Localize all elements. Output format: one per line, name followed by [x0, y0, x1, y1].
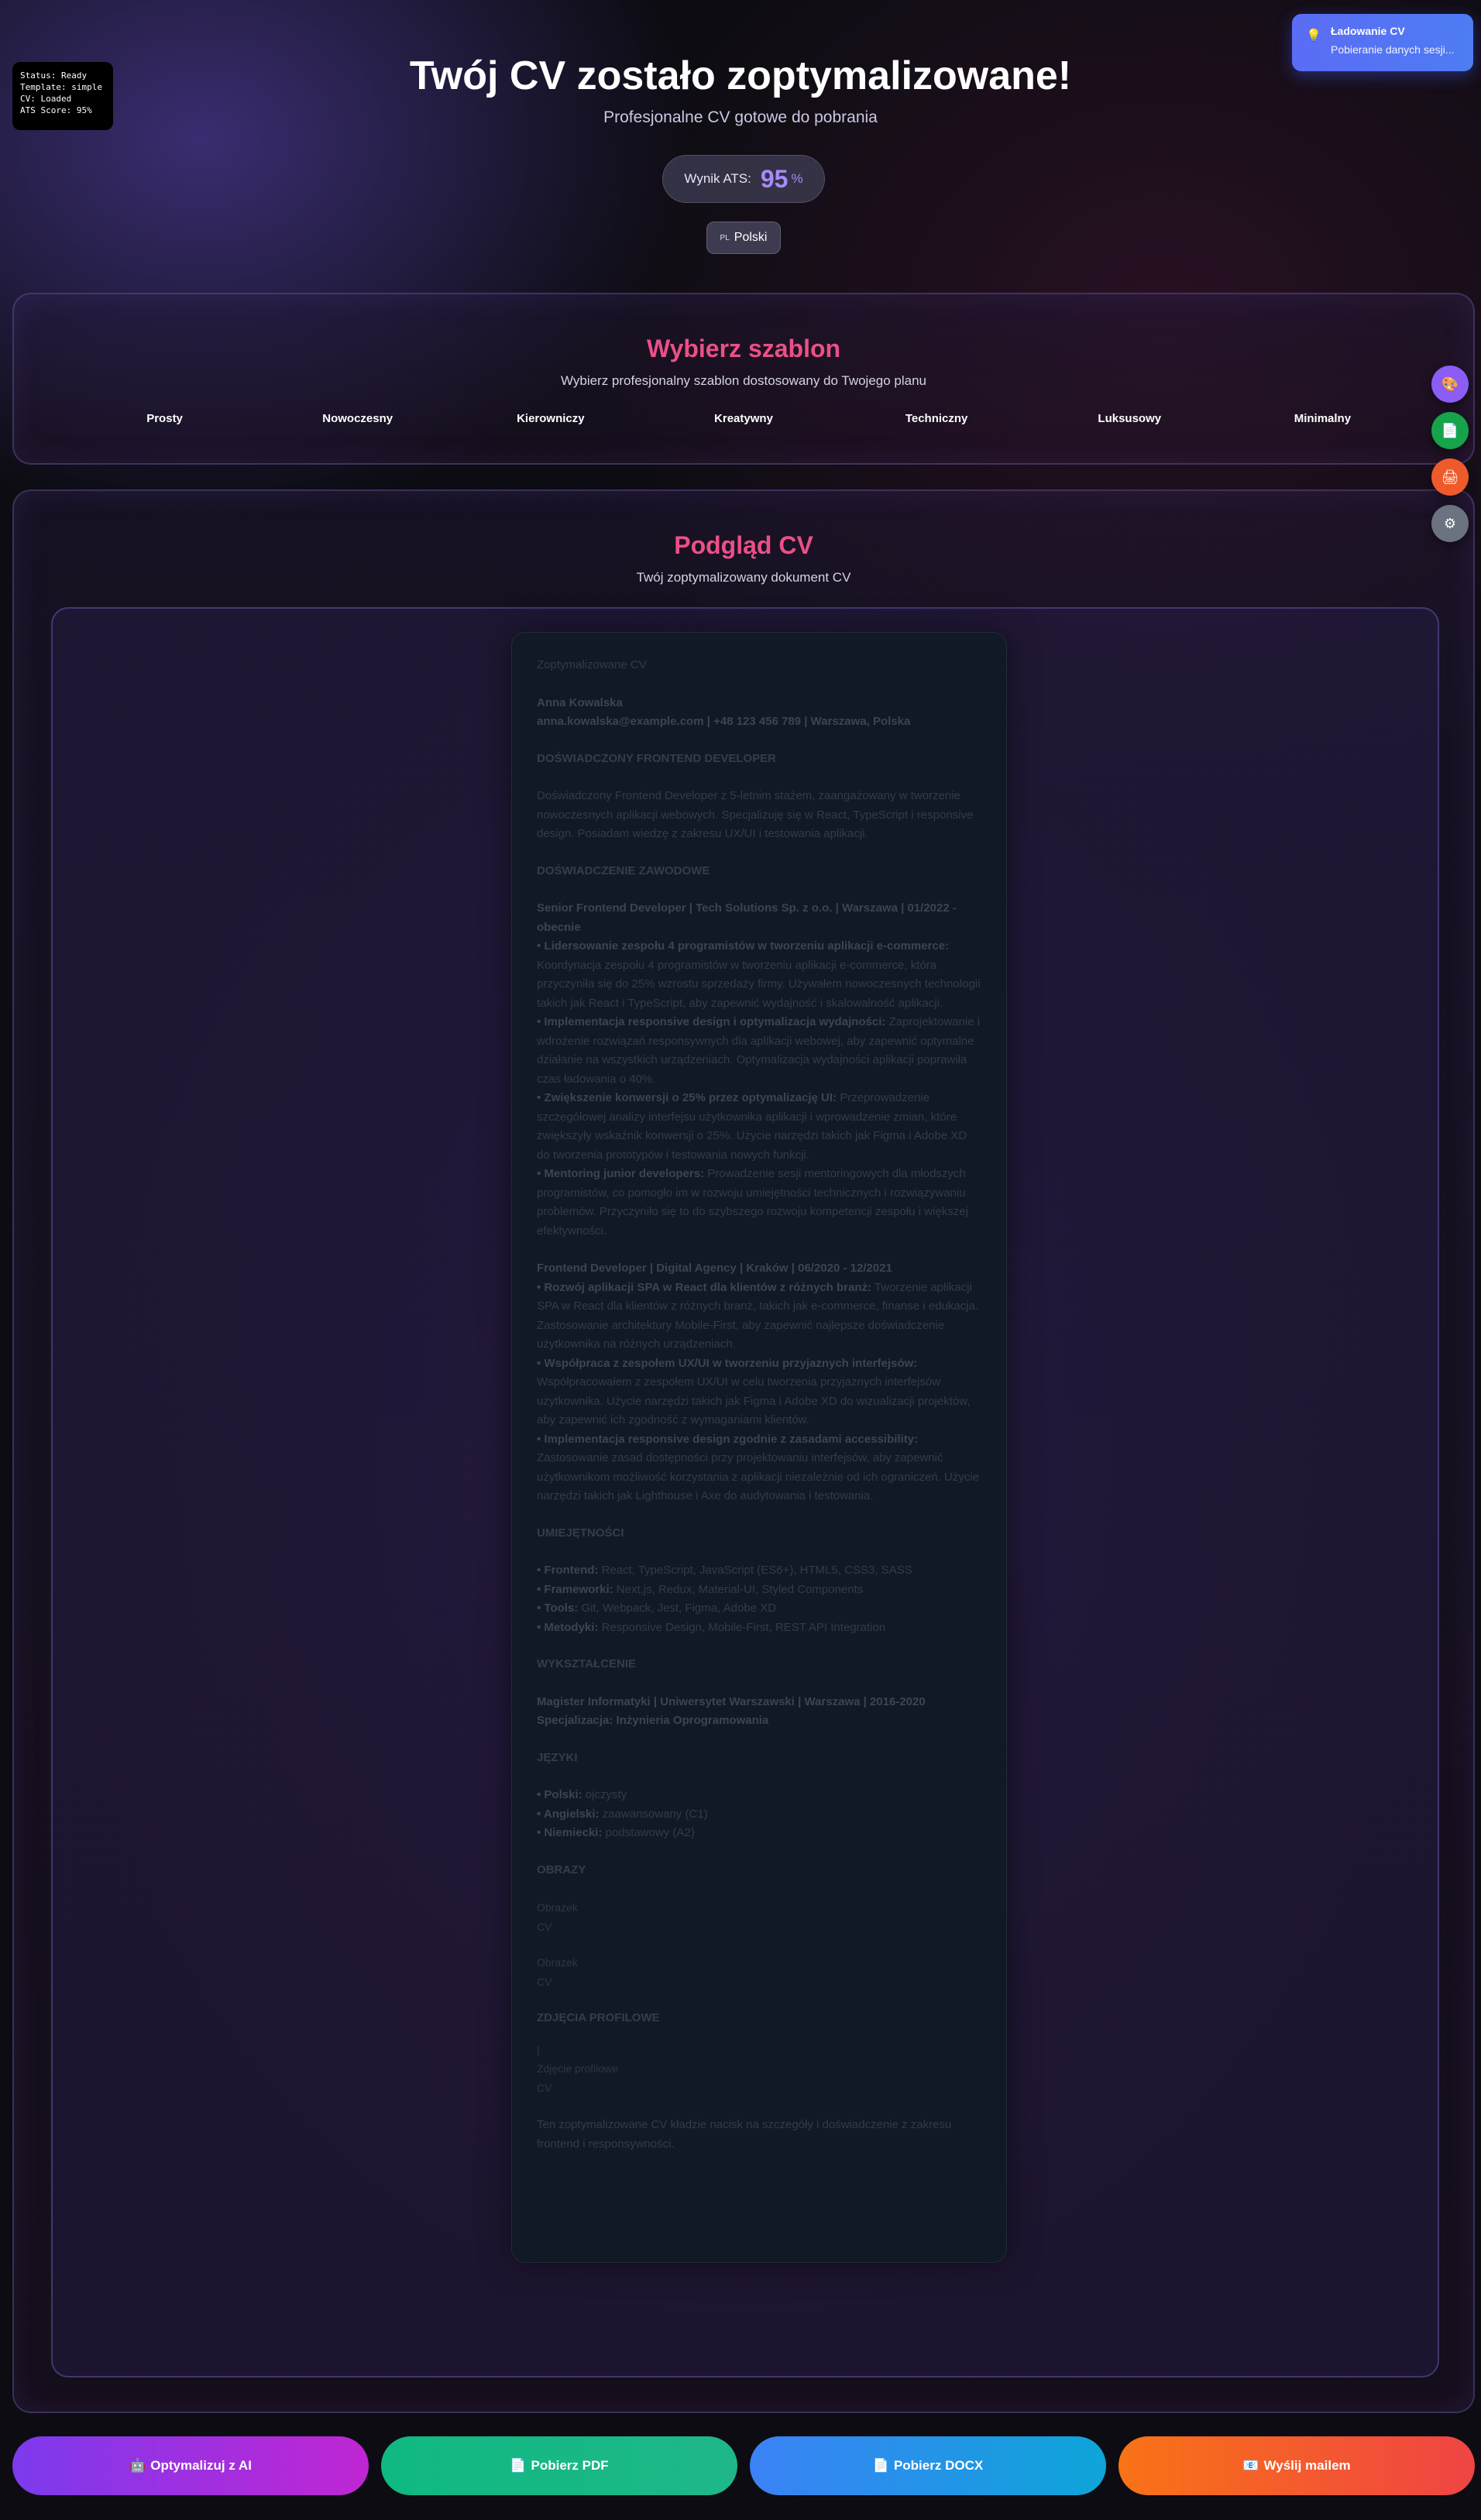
optimize-ai-button[interactable]: 🤖 Optymalizuj z AI — [12, 2436, 369, 2495]
ats-label: Wynik ATS: — [684, 171, 751, 186]
cv-footer-note: Ten zoptymalizowane CV kładzie nacisk na… — [537, 2118, 952, 2151]
image-icon: Obrazek — [537, 1901, 578, 1914]
cv-language-row: • Polski: ojczysty — [537, 1788, 627, 1801]
cv-intro: Zoptymalizowane CV — [537, 658, 647, 671]
cv-image-caption: CV — [537, 1920, 552, 1933]
optimize-ai-label: Optymalizuj z AI — [150, 2458, 252, 2473]
cv-education-line: Magister Informatyki | Uniwersytet Warsz… — [537, 1694, 926, 1708]
ats-value: 95 — [760, 164, 789, 193]
preview-frame: Zoptymalizowane CV Anna Kowalska anna.ko… — [51, 607, 1439, 2378]
preview-section-title: Podgląd CV — [674, 531, 813, 559]
cv-image: Obrazek CV — [537, 1953, 981, 1991]
document-icon: 📄 — [510, 2458, 527, 2473]
cv-languages-heading: JĘZYKI — [537, 1750, 578, 1764]
debug-template: Template: simple — [20, 82, 102, 92]
cv-profile-photo: | Zdjęcie profilowe CV — [537, 2041, 981, 2098]
template-option-kreatywny[interactable]: Kreatywny — [666, 412, 821, 425]
toast-body: Pobieranie danych sesji... — [1331, 43, 1455, 56]
image-icon: Obrazek — [537, 1956, 578, 1969]
download-pdf-label: Pobierz PDF — [531, 2458, 609, 2473]
cv-summary: Doświadczony Frontend Developer z 5-letn… — [537, 789, 974, 840]
cv-name: Anna Kowalska — [537, 695, 623, 709]
download-docx-button[interactable]: 📄 Pobierz DOCX — [750, 2436, 1106, 2495]
template-section-title: Wybierz szablon — [646, 335, 841, 362]
robot-icon: 🤖 — [129, 2458, 146, 2473]
language-label: Polski — [734, 231, 768, 244]
cv-skill-row: • Metodyki: Responsive Design, Mobile-Fi… — [537, 1620, 886, 1634]
cv-skill-row: • Frameworki: Next.js, Redux, Material-U… — [537, 1582, 864, 1596]
cv-skill-row: • Tools: Git, Webpack, Jest, Figma, Adob… — [537, 1602, 776, 1615]
template-picker-panel: Wybierz szablon Wybierz profesjonalny sz… — [12, 293, 1475, 465]
cv-image: Obrazek CV — [537, 1898, 981, 1936]
template-option-techniczny[interactable]: Techniczny — [859, 412, 1014, 425]
cv-experience-heading: DOŚWIADCZENIE ZAWODOWE — [537, 863, 710, 877]
cv-bullet: • Implementacja responsive design zgodni… — [537, 1432, 980, 1503]
photo-marker: | — [537, 2043, 540, 2056]
ats-unit: % — [791, 171, 803, 186]
cv-image-caption: CV — [537, 2081, 552, 2094]
cv-language-row: • Angielski: zaawansowany (C1) — [537, 1807, 708, 1821]
debug-status: Status: Ready — [20, 70, 88, 81]
cv-image-caption: CV — [537, 1975, 552, 1988]
preview-section-subtitle: Twój zoptymalizowany dokument CV — [636, 570, 851, 585]
ats-score-badge: Wynik ATS: 95 % — [662, 155, 825, 203]
cv-photo-heading: ZDJĘCIA PROFILOWE — [537, 2011, 660, 2024]
cv-bullet: • Zwiększenie konwersji o 25% przez opty… — [537, 1091, 967, 1162]
cv-bullet: • Lidersowanie zespołu 4 programistów w … — [537, 939, 981, 1010]
download-docx-label: Pobierz DOCX — [893, 2458, 984, 2473]
cv-skill-row: • Frontend: React, TypeScript, JavaScrip… — [537, 1564, 912, 1577]
cv-job-title: Frontend Developer | Digital Agency | Kr… — [537, 1262, 892, 1275]
cv-education-line: Specjalizacja: Inżynieria Oprogramowania — [537, 1714, 769, 1727]
gear-icon[interactable]: ⚙ — [1431, 505, 1469, 542]
debug-cv: CV: Loaded — [20, 94, 72, 104]
loading-toast: 💡 Ładowanie CV Pobieranie danych sesji..… — [1292, 14, 1473, 71]
lightbulb-icon: 💡 — [1306, 29, 1321, 43]
cv-images-heading: OBRAZY — [537, 1863, 586, 1876]
document-icon[interactable]: 📄 — [1431, 412, 1469, 449]
template-option-prosty[interactable]: Prosty — [88, 412, 242, 425]
cv-preview-panel: Podgląd CV Twój zoptymalizowany dokument… — [12, 489, 1475, 2413]
cv-contact: anna.kowalska@example.com | +48 123 456 … — [537, 715, 911, 728]
template-option-minimalny[interactable]: Minimalny — [1245, 412, 1400, 425]
cv-document[interactable]: Zoptymalizowane CV Anna Kowalska anna.ko… — [511, 632, 1007, 2263]
cv-job-title: Senior Frontend Developer | Tech Solutio… — [537, 901, 957, 934]
template-option-nowoczesny[interactable]: Nowoczesny — [280, 412, 435, 425]
send-email-label: Wyślij mailem — [1263, 2458, 1351, 2473]
printer-icon[interactable]: 🖨 — [1431, 458, 1469, 496]
page-title: Twój CV zostało zoptymalizowane! — [409, 53, 1072, 98]
toast-title: Ładowanie CV — [1331, 25, 1405, 37]
flag-icon: PL — [720, 233, 730, 242]
mail-icon: 📧 — [1242, 2458, 1259, 2473]
cv-bullet: • Mentoring junior developers: Prowadzen… — [537, 1167, 968, 1238]
page-subtitle: Profesjonalne CV gotowe do pobrania — [603, 108, 878, 126]
template-option-kierowniczy[interactable]: Kierowniczy — [473, 412, 628, 425]
template-option-luksusowy[interactable]: Luksusowy — [1052, 412, 1207, 425]
debug-status-panel: Status: Ready Template: simple CV: Loade… — [12, 62, 113, 130]
palette-icon[interactable]: 🎨 — [1431, 366, 1469, 403]
cv-bullet: • Implementacja responsive design i opty… — [537, 1015, 981, 1086]
cv-bullet: • Współpraca z zespołem UX/UI w tworzeni… — [537, 1356, 971, 1427]
cv-bullet: • Rozwój aplikacji SPA w React dla klien… — [537, 1280, 978, 1351]
language-selector[interactable]: PL Polski — [706, 221, 781, 254]
template-list: Prosty Nowoczesny Kierowniczy Kreatywny … — [14, 412, 1473, 425]
image-icon: Zdjęcie profilowe — [537, 2062, 619, 2075]
document-icon: 📄 — [872, 2458, 889, 2473]
send-email-button[interactable]: 📧 Wyślij mailem — [1118, 2436, 1475, 2495]
template-section-subtitle: Wybierz profesjonalny szablon dostosowan… — [560, 373, 927, 388]
cv-language-row: • Niemiecki: podstawowy (A2) — [537, 1826, 695, 1839]
debug-ats: ATS Score: 95% — [20, 105, 92, 115]
download-pdf-button[interactable]: 📄 Pobierz PDF — [381, 2436, 737, 2495]
cv-education-heading: WYKSZTAŁCENIE — [537, 1657, 637, 1670]
cv-headline: DOŚWIADCZONY FRONTEND DEVELOPER — [537, 751, 776, 765]
cv-skills-heading: UMIEJĘTNOŚCI — [537, 1526, 624, 1540]
